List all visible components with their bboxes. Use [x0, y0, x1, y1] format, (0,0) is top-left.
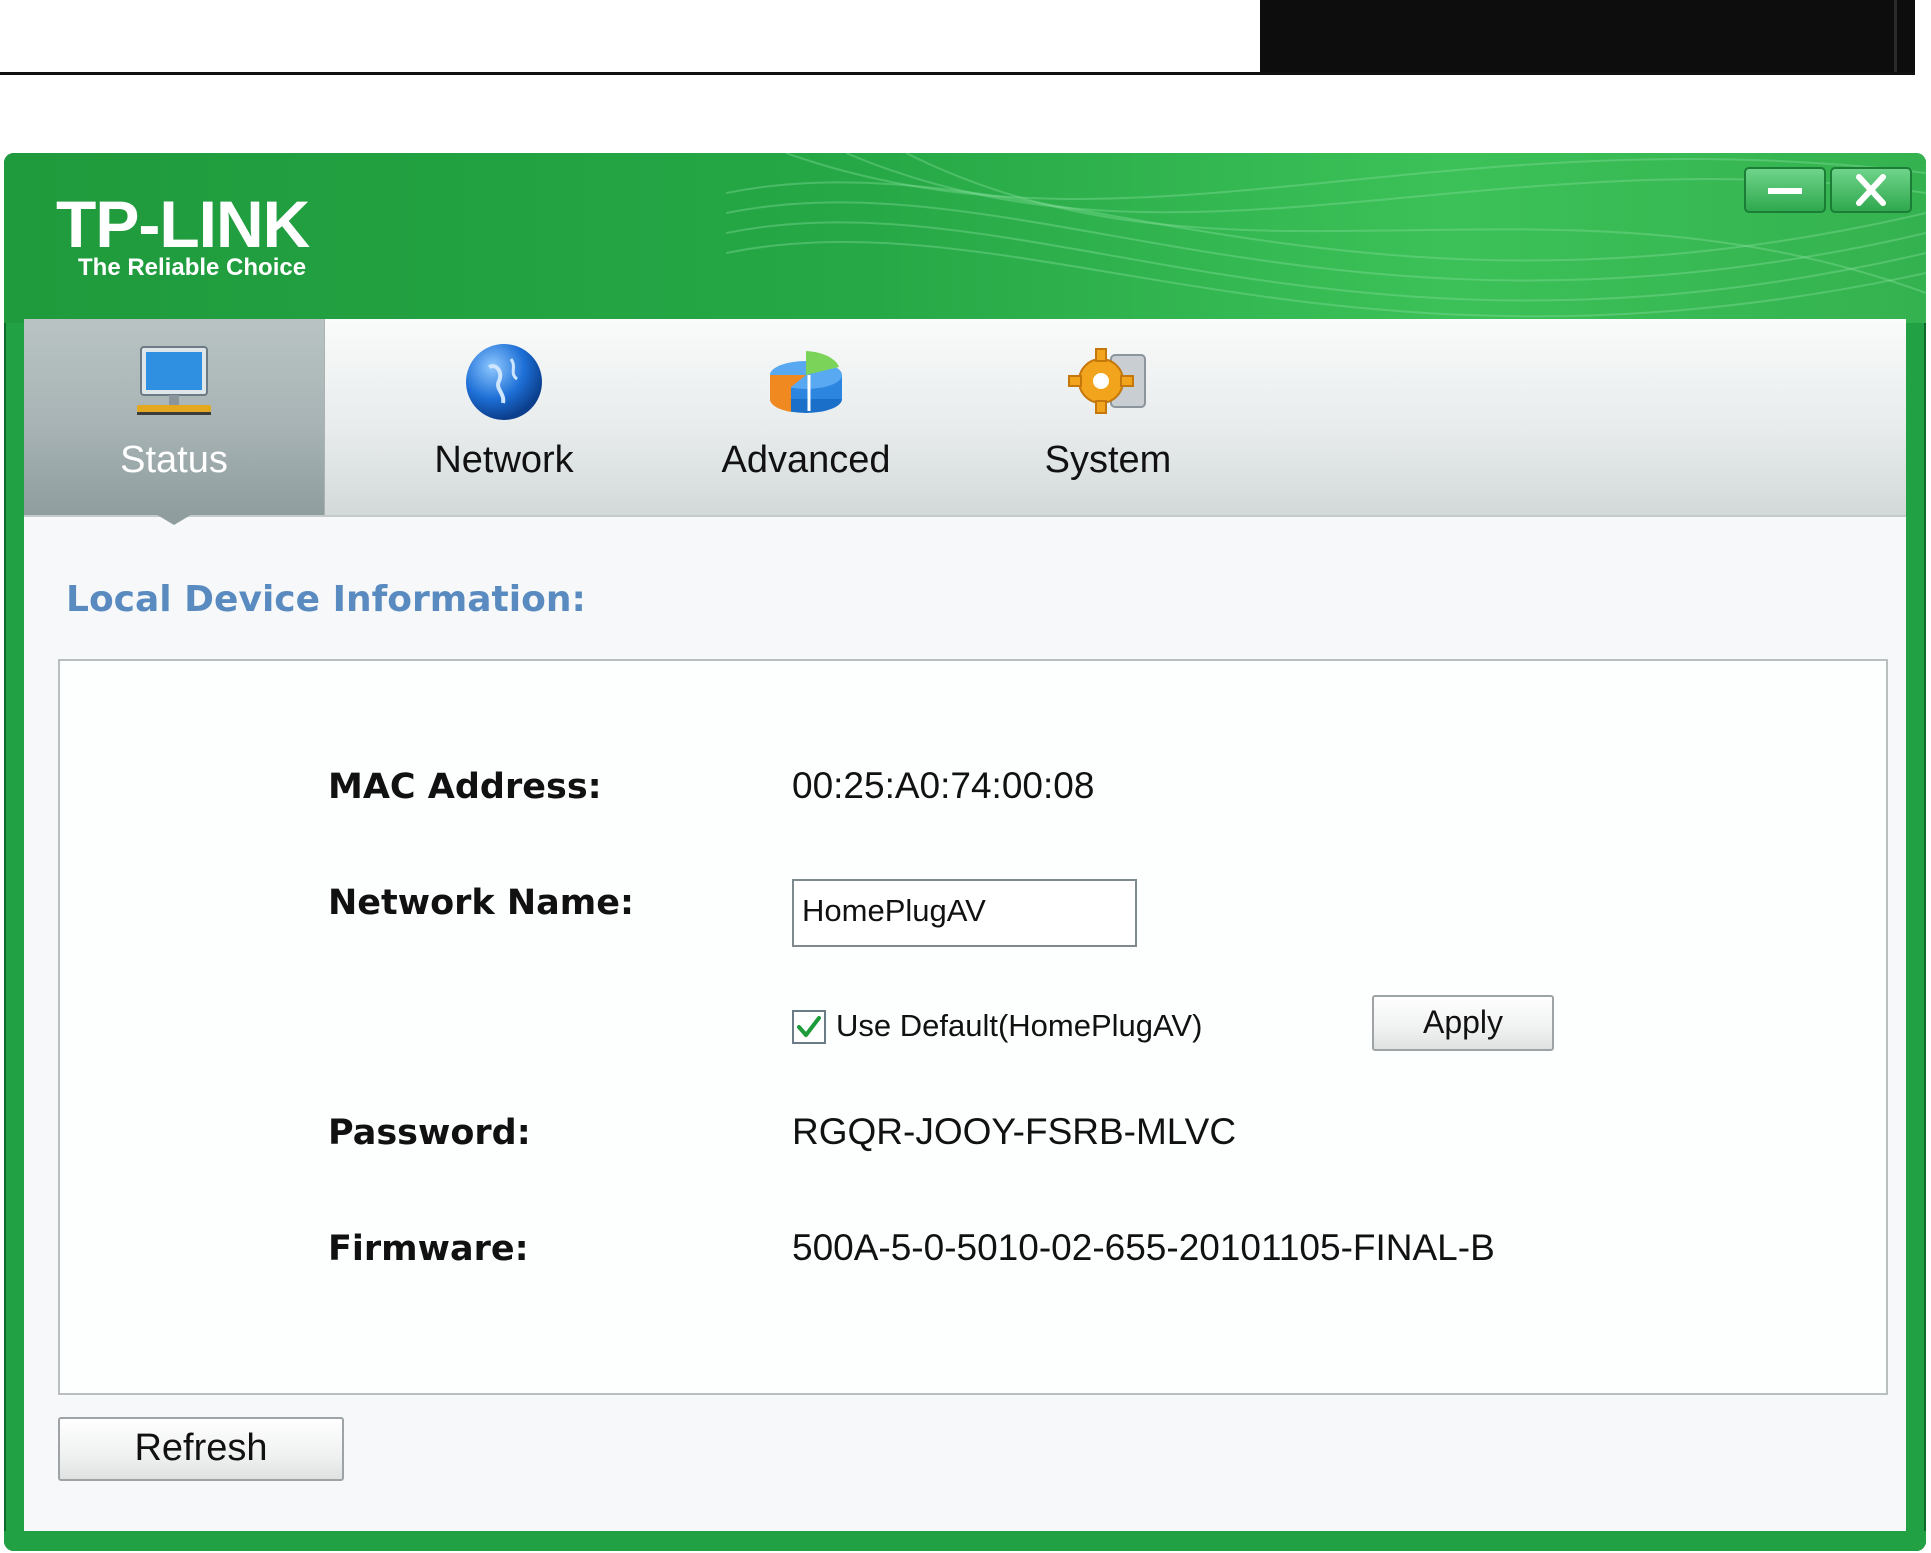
tab-label: System — [1044, 439, 1172, 481]
password-label: Password: — [328, 1113, 531, 1153]
section-title: Local Device Information: — [66, 579, 586, 620]
password-value: RGQR-JOOY-FSRB-MLVC — [792, 1111, 1237, 1152]
globe-icon — [466, 344, 542, 420]
device-info-panel: MAC Address: 00:25:A0:74:00:08 Network N… — [58, 659, 1888, 1395]
brand-tagline: The Reliable Choice — [78, 254, 307, 281]
tab-bar: Status Network Advanced System — [24, 319, 1906, 525]
app-window: TP-LINK The Reliable Choice Status Netwo… — [4, 153, 1926, 1551]
mac-address-value: 00:25:A0:74:00:08 — [792, 765, 1095, 806]
use-default-label: Use Default(HomePlugAV) — [836, 1008, 1203, 1043]
minimize-icon — [1768, 188, 1802, 194]
tab-network[interactable]: Network — [354, 319, 654, 515]
mac-address-label: MAC Address: — [328, 767, 602, 807]
active-tab-pointer — [154, 513, 194, 525]
tab-status[interactable]: Status — [24, 319, 325, 515]
network-name-input[interactable]: HomePlugAV — [792, 879, 1137, 947]
close-icon — [1856, 174, 1886, 206]
monitor-icon — [137, 346, 211, 415]
tab-label: Status — [120, 439, 228, 481]
client-area: Status Network Advanced System Local Dev… — [24, 319, 1906, 1531]
minimize-button[interactable] — [1744, 167, 1826, 213]
refresh-button[interactable]: Refresh — [58, 1417, 344, 1481]
firmware-label: Firmware: — [328, 1229, 529, 1269]
tab-system[interactable]: System — [958, 319, 1258, 515]
page-header-bar — [1260, 0, 1915, 72]
tab-advanced[interactable]: Advanced — [656, 319, 956, 515]
window-header: TP-LINK The Reliable Choice — [4, 153, 1926, 323]
gear-icon — [1068, 348, 1146, 414]
tab-label: Advanced — [721, 439, 891, 481]
network-name-label: Network Name: — [328, 883, 634, 923]
checkmark-icon — [797, 1016, 821, 1037]
firmware-value: 500A-5-0-5010-02-655-20101105-FINAL-B — [792, 1227, 1495, 1268]
pie-chart-icon — [769, 351, 842, 413]
window-bottom-border — [4, 1531, 1926, 1551]
brand-logo: TP-LINK — [56, 187, 310, 261]
use-default-checkbox[interactable] — [792, 1010, 826, 1044]
apply-button[interactable]: Apply — [1372, 995, 1554, 1051]
page-divider — [0, 72, 1915, 75]
tab-label: Network — [434, 439, 574, 481]
close-button[interactable] — [1830, 167, 1912, 213]
